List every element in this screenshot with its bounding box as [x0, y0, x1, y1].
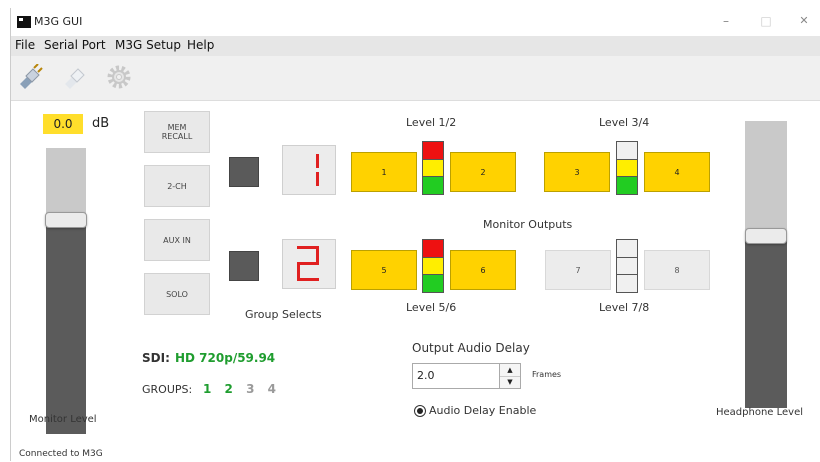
- level-12-label: Level 1/2: [406, 116, 457, 129]
- level-56-meter: [422, 239, 444, 293]
- group-select-1-indicator[interactable]: [229, 157, 259, 187]
- channel-1-button[interactable]: 1: [351, 152, 417, 192]
- group-4-indicator: 4: [267, 382, 276, 396]
- window-title: M3G GUI: [34, 15, 83, 28]
- channel-8-button[interactable]: 8: [644, 250, 710, 290]
- menu-m3g-setup[interactable]: M3G Setup: [115, 38, 181, 52]
- group-digit-2-display: [282, 239, 336, 289]
- level-56-label: Level 5/6: [406, 301, 457, 314]
- two-ch-button[interactable]: 2-CH: [144, 165, 210, 207]
- level-78-meter: [616, 239, 638, 293]
- headphone-level-fill: [745, 236, 787, 408]
- channel-5-button[interactable]: 5: [351, 250, 417, 290]
- spin-down-icon[interactable]: ▼: [500, 376, 520, 388]
- group-1-indicator: 1: [203, 382, 212, 396]
- headphone-level-slider[interactable]: [745, 121, 787, 408]
- main-panel: 0.0 dB Monitor Level MEM RECALL 2-CH AUX…: [11, 100, 820, 462]
- level-34-label: Level 3/4: [599, 116, 650, 129]
- sdi-label: SDI:: [142, 351, 170, 365]
- minimize-button[interactable]: –: [711, 11, 741, 31]
- solo-button[interactable]: SOLO: [144, 273, 210, 315]
- level-78-label: Level 7/8: [599, 301, 650, 314]
- group-digit-1-display: [282, 145, 336, 195]
- group-2-indicator: 2: [224, 382, 233, 396]
- headphone-level-thumb[interactable]: [745, 228, 787, 244]
- monitor-outputs-label: Monitor Outputs: [483, 218, 573, 231]
- channel-4-button[interactable]: 4: [644, 152, 710, 192]
- app-logo-icon: [17, 16, 31, 28]
- group-3-indicator: 3: [246, 382, 255, 396]
- groups-label: GROUPS:: [142, 383, 193, 396]
- disconnect-plug-icon[interactable]: [61, 64, 87, 90]
- toolbar: [11, 56, 820, 100]
- audio-delay-input[interactable]: 2.0: [412, 363, 500, 389]
- settings-gear-icon[interactable]: [106, 64, 132, 90]
- audio-delay-spinner[interactable]: ▲ ▼: [499, 363, 521, 389]
- monitor-level-unit: dB: [92, 116, 110, 131]
- close-button[interactable]: ✕: [789, 11, 819, 31]
- monitor-level-label: Monitor Level: [29, 414, 97, 425]
- monitor-level-value: 0.0: [43, 114, 83, 134]
- level-34-meter: [616, 141, 638, 195]
- monitor-level-thumb[interactable]: [45, 212, 87, 228]
- groups-indicator: 1 2 3 4: [203, 382, 285, 396]
- level-12-meter: [422, 141, 444, 195]
- menu-help[interactable]: Help: [187, 38, 214, 52]
- audio-delay-enable-label: Audio Delay Enable: [429, 404, 537, 417]
- sdi-format-value: HD 720p/59.94: [175, 351, 276, 365]
- headphone-level-label: Headphone Level: [716, 407, 804, 418]
- menu-file[interactable]: File: [15, 38, 35, 52]
- group-select-2-indicator[interactable]: [229, 251, 259, 281]
- aux-in-button[interactable]: AUX IN: [144, 219, 210, 261]
- mem-recall-button[interactable]: MEM RECALL: [144, 111, 210, 153]
- menu-bar: File Serial Port M3G Setup Help: [11, 36, 820, 56]
- menu-serial-port[interactable]: Serial Port: [44, 38, 106, 52]
- audio-delay-value: 2.0: [417, 369, 435, 382]
- channel-6-button[interactable]: 6: [450, 250, 516, 290]
- group-selects-label: Group Selects: [245, 308, 322, 321]
- audio-delay-enable-radio[interactable]: [414, 405, 426, 417]
- channel-3-button[interactable]: 3: [544, 152, 610, 192]
- audio-delay-unit: Frames: [532, 370, 562, 379]
- monitor-level-fill: [46, 220, 86, 434]
- app-window: M3G GUI – □ ✕ File Serial Port M3G Setup…: [10, 8, 820, 462]
- maximize-button[interactable]: □: [751, 11, 781, 31]
- radio-selected-dot: [417, 408, 423, 414]
- status-text: Connected to M3G: [19, 449, 103, 459]
- channel-7-button[interactable]: 7: [545, 250, 611, 290]
- title-bar: M3G GUI – □ ✕: [11, 8, 820, 36]
- channel-2-button[interactable]: 2: [450, 152, 516, 192]
- connect-plug-icon[interactable]: [17, 64, 43, 90]
- audio-delay-label: Output Audio Delay: [412, 341, 530, 355]
- monitor-level-slider[interactable]: [45, 148, 87, 434]
